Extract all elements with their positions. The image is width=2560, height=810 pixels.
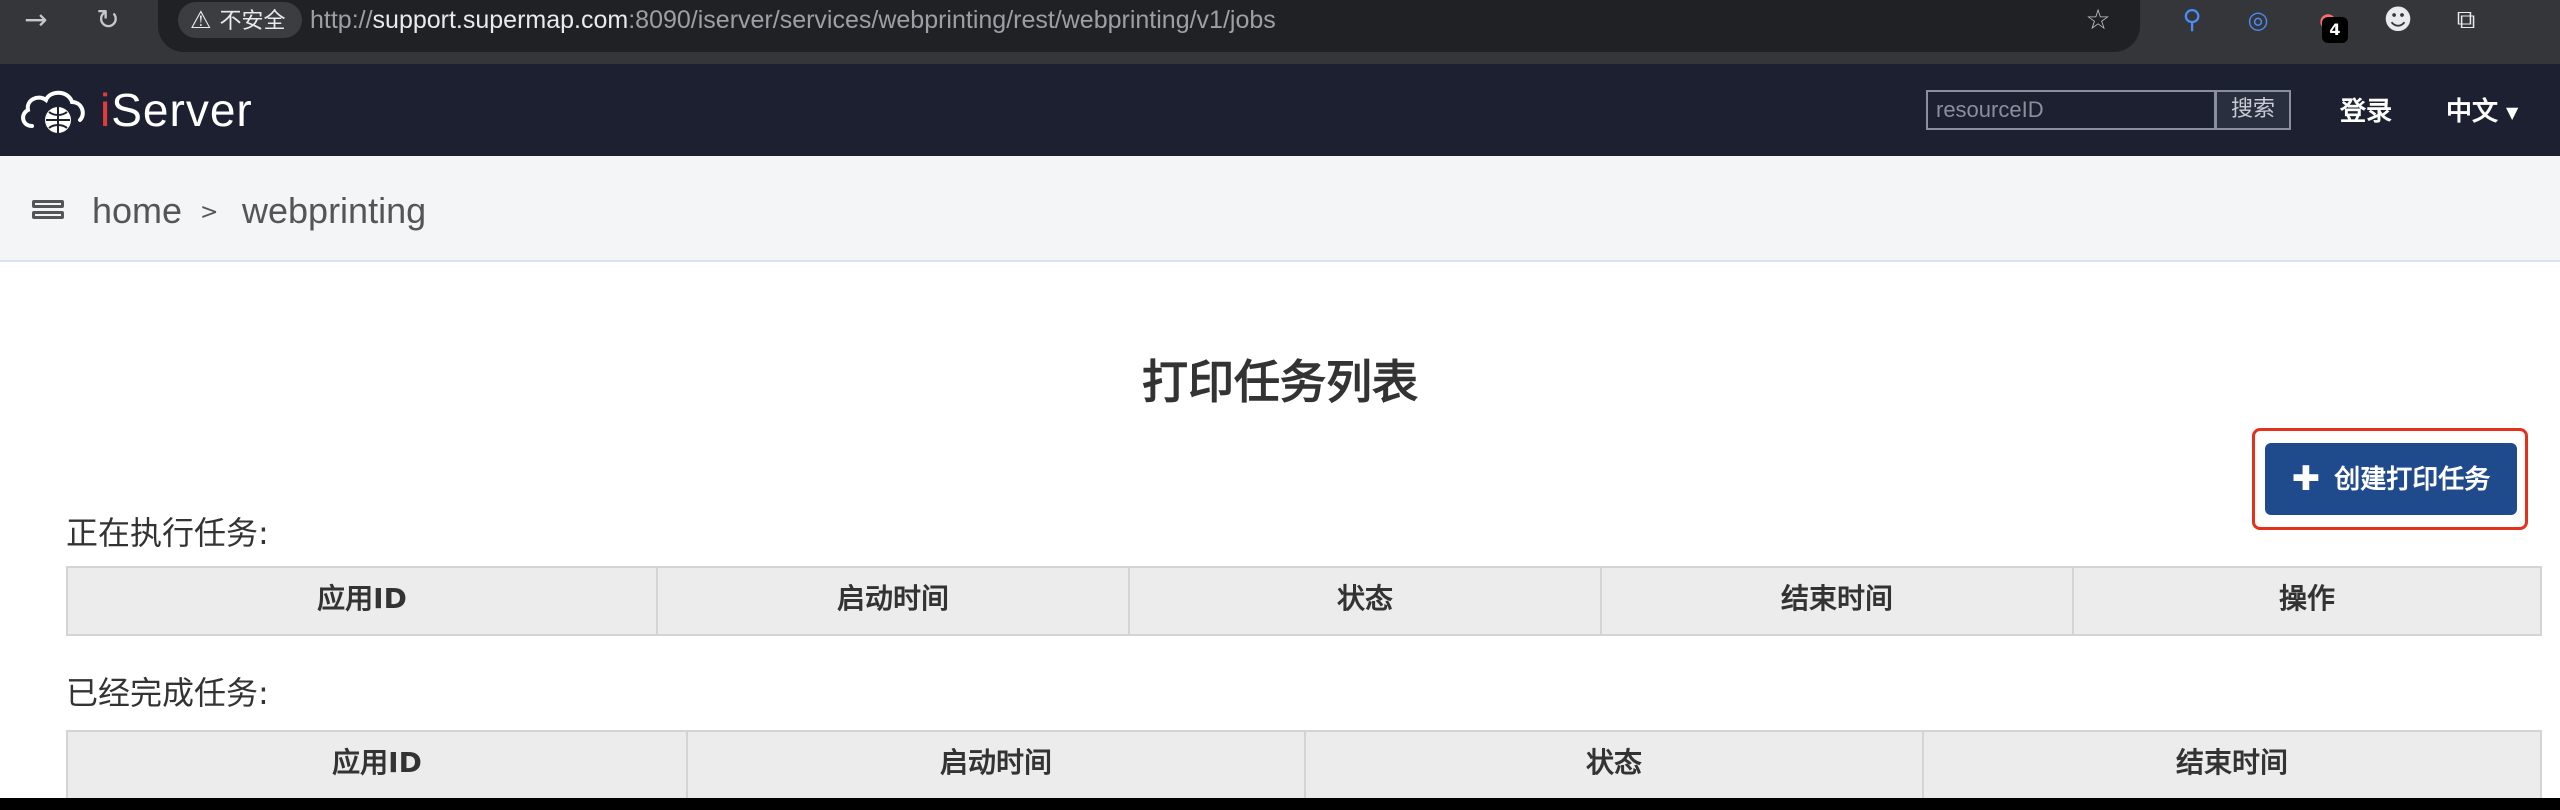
page-title: 打印任务列表 [1142, 355, 1418, 409]
app-header: iServer 搜索 登录 中文 ▼ [0, 64, 2560, 156]
table-header-app-id: 应用ID [68, 568, 658, 634]
caret-down-icon: ▼ [2506, 102, 2519, 122]
page-content: home > webprinting 打印任务列表 ✚ 创建打印任务 正在执行任务… [0, 156, 2560, 800]
finished-jobs-label: 已经完成任务: [66, 674, 269, 712]
security-label: 不安全 [219, 9, 286, 34]
login-link[interactable]: 登录 [2340, 94, 2392, 130]
extension-icon[interactable]: ◎ [2238, 0, 2278, 40]
create-button-label: 创建打印任务 [2334, 465, 2491, 495]
cloud-globe-icon [21, 90, 85, 133]
table-header-app-id: 应用ID [68, 732, 688, 798]
finished-jobs-table: 应用ID 启动时间 状态 结束时间 [66, 730, 2542, 800]
table-header-end-time: 结束时间 [2175, 746, 2288, 779]
language-label: 中文 [2446, 97, 2499, 127]
forward-icon[interactable]: → [16, 0, 56, 40]
warning-icon: ⚠ [190, 6, 212, 34]
resource-id-search-input[interactable] [1926, 90, 2216, 130]
create-print-job-button[interactable]: ✚ 创建打印任务 [2265, 443, 2517, 515]
bookmark-star-icon[interactable]: ☆ [2078, 0, 2118, 40]
table-header-status: 状态 [1130, 568, 1602, 634]
security-indicator[interactable]: ⚠ 不安全 [178, 2, 302, 38]
table-header-start-time: 启动时间 [658, 568, 1130, 634]
search-button[interactable]: 搜索 [2215, 90, 2291, 130]
url-text[interactable]: http://support.supermap.com:8090/iserver… [310, 2, 1276, 38]
table-header-end-time: 结束时间 [1602, 568, 2074, 634]
address-bar[interactable]: ⚠ 不安全 http://support.supermap.com:8090/is… [158, 0, 2140, 52]
browser-toolbar: → ↻ ⚠ 不安全 http://support.supermap.com:809… [0, 0, 2560, 64]
table-header-actions: 操作 [2278, 582, 2335, 615]
create-button-highlight: ✚ 创建打印任务 [2252, 428, 2528, 530]
reload-icon[interactable]: ↻ [88, 0, 128, 40]
language-dropdown[interactable]: 中文 ▼ [2446, 94, 2518, 130]
iserver-logo[interactable]: iServer [18, 80, 253, 140]
table-header-start-time: 启动时间 [688, 732, 1306, 798]
running-jobs-table: 应用ID 启动时间 状态 结束时间 操作 [66, 566, 2542, 636]
profile-avatar-icon[interactable]: ☻ [2378, 0, 2418, 40]
breadcrumb-current: webprinting [242, 190, 427, 231]
extensions-puzzle-icon[interactable]: ⧉ [2446, 0, 2486, 40]
logo-text: iServer [100, 84, 253, 136]
breadcrumb-home-link[interactable]: home [92, 190, 182, 232]
breadcrumb: home > webprinting [0, 156, 2560, 262]
window-bottom-edge [0, 798, 2560, 810]
location-pin-icon[interactable]: ⚲ [2172, 0, 2212, 40]
running-jobs-label: 正在执行任务: [66, 514, 269, 552]
extension-badge: 4 [2322, 17, 2348, 43]
server-list-icon [32, 200, 64, 226]
plus-icon: ✚ [2291, 459, 2321, 499]
table-header-status: 状态 [1306, 732, 1924, 798]
breadcrumb-separator-icon: > [200, 200, 219, 225]
